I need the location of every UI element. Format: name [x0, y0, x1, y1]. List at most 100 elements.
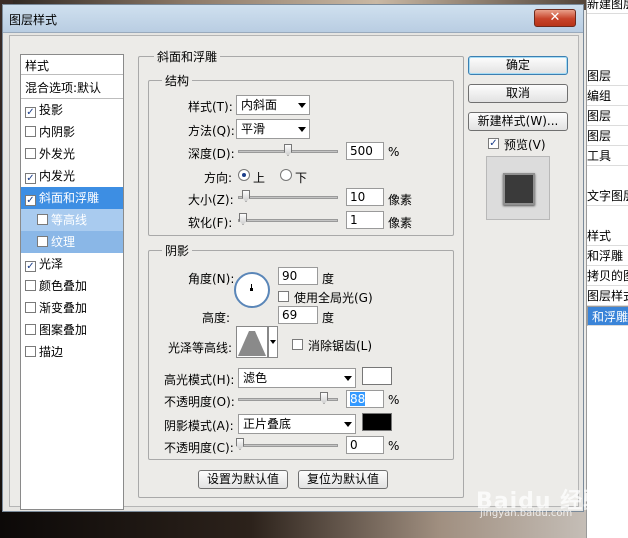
style-item-inner-shadow[interactable]: 内阴影: [21, 121, 123, 143]
cancel-button[interactable]: 取消: [468, 84, 568, 103]
ok-button[interactable]: 确定: [468, 56, 568, 75]
layer-item[interactable]: 图层: [587, 66, 628, 86]
angle-unit: 度: [322, 272, 335, 286]
layers-panel: 新建图层 图层 编组 图层 图层 工具 文字图层 样式 和浮雕 拷贝的图 图层样…: [586, 0, 628, 538]
direction-down-label: 下: [295, 171, 308, 185]
window-title: 图层样式: [9, 13, 58, 27]
checkbox[interactable]: [37, 236, 48, 247]
style-item-texture[interactable]: 纹理: [21, 231, 123, 253]
preview-checkbox[interactable]: ✓: [488, 138, 499, 149]
layer-item[interactable]: 样式: [587, 226, 628, 246]
checkbox[interactable]: [25, 148, 36, 159]
checkbox[interactable]: ✓: [25, 173, 36, 184]
style-list-header: 样式: [21, 55, 123, 75]
shadow-opacity-input[interactable]: 0: [346, 436, 384, 454]
soften-slider-track[interactable]: [238, 219, 338, 222]
antialias-label: 消除锯齿(L): [308, 339, 373, 353]
direction-down-radio[interactable]: [280, 169, 292, 181]
style-item-gradient-overlay[interactable]: 渐变叠加: [21, 297, 123, 319]
checkbox[interactable]: [25, 302, 36, 313]
layer-item[interactable]: 文字图层: [587, 186, 628, 206]
altitude-label: 高度:: [202, 311, 231, 325]
depth-input[interactable]: 500: [346, 142, 384, 160]
gloss-contour-dropdown[interactable]: [268, 326, 278, 358]
blend-options-item[interactable]: 混合选项:默认: [21, 77, 123, 99]
shadow-opacity-label: 不透明度(C):: [164, 441, 234, 455]
highlight-opacity-input[interactable]: 88: [346, 390, 384, 408]
layer-item[interactable]: 图层: [587, 106, 628, 126]
highlight-opacity-unit: %: [388, 393, 400, 407]
size-input[interactable]: 10: [346, 188, 384, 206]
direction-label: 方向:: [204, 171, 233, 185]
chevron-down-icon: [270, 340, 276, 344]
make-default-button[interactable]: 设置为默认值: [198, 470, 288, 489]
global-light-checkbox[interactable]: [278, 291, 289, 302]
angle-label: 角度(N):: [188, 272, 235, 286]
highlight-mode-select[interactable]: 滤色: [238, 368, 356, 388]
size-slider-track[interactable]: [238, 196, 338, 199]
angle-dial[interactable]: [234, 272, 270, 308]
style-item-pattern-overlay[interactable]: 图案叠加: [21, 319, 123, 341]
chevron-down-icon: [298, 103, 306, 108]
title-bar: 图层样式 ✕: [3, 5, 583, 33]
layer-item[interactable]: 图层: [587, 126, 628, 146]
antialias-checkbox[interactable]: [292, 339, 303, 350]
layer-item[interactable]: 拷贝的图: [587, 266, 628, 286]
layer-item[interactable]: 编组: [587, 86, 628, 106]
soften-unit: 像素: [388, 216, 413, 230]
shadow-opacity-track[interactable]: [238, 444, 338, 447]
checkbox[interactable]: [25, 280, 36, 291]
size-unit: 像素: [388, 193, 413, 207]
layer-style-dialog: 图层样式 ✕ 样式 混合选项:默认 ✓ 投影 内阴影 外发光 ✓ 内发光 ✓ 斜面和浮…: [2, 4, 584, 512]
checkbox[interactable]: ✓: [25, 261, 36, 272]
shadow-color-swatch[interactable]: [362, 413, 392, 431]
contour-curve-icon: [238, 331, 266, 356]
gloss-contour-label: 光泽等高线:: [168, 341, 233, 355]
soften-label: 软化(F):: [188, 216, 233, 230]
chevron-down-icon: [344, 422, 352, 427]
technique-select[interactable]: 平滑: [236, 119, 310, 139]
style-item-drop-shadow[interactable]: ✓ 投影: [21, 99, 123, 121]
bevel-emboss-title: 斜面和浮雕: [154, 48, 221, 65]
style-item-bevel-emboss[interactable]: ✓ 斜面和浮雕: [21, 187, 123, 209]
style-item-stroke[interactable]: 描边: [21, 341, 123, 363]
watermark-url: jingyan.baidu.com: [480, 508, 573, 519]
gloss-contour-preview[interactable]: [236, 326, 268, 358]
altitude-input[interactable]: 69: [278, 306, 318, 324]
layer-item-selected[interactable]: 和浮雕: [587, 306, 628, 326]
soften-input[interactable]: 1: [346, 211, 384, 229]
style-item-outer-glow[interactable]: 外发光: [21, 143, 123, 165]
layer-item[interactable]: 和浮雕: [587, 246, 628, 266]
close-icon[interactable]: ✕: [534, 9, 576, 27]
direction-up-radio[interactable]: [238, 169, 250, 181]
checkbox[interactable]: ✓: [25, 107, 36, 118]
reset-default-button[interactable]: 复位为默认值: [298, 470, 388, 489]
shadow-opacity-unit: %: [388, 439, 400, 453]
global-light-label: 使用全局光(G): [294, 291, 373, 305]
technique-label: 方法(Q):: [188, 124, 235, 138]
checkbox[interactable]: [25, 346, 36, 357]
shadow-mode-select[interactable]: 正片叠底: [238, 414, 356, 434]
style-select[interactable]: 内斜面: [236, 95, 310, 115]
checkbox[interactable]: ✓: [25, 195, 36, 206]
new-style-button[interactable]: 新建样式(W)...: [468, 112, 568, 131]
highlight-color-swatch[interactable]: [362, 367, 392, 385]
checkbox[interactable]: [25, 126, 36, 137]
layer-item[interactable]: 新建图层: [587, 0, 628, 14]
size-label: 大小(Z):: [188, 193, 234, 207]
layer-item[interactable]: 图层样式: [587, 286, 628, 306]
checkbox[interactable]: [25, 324, 36, 335]
style-item-contour[interactable]: 等高线: [21, 209, 123, 231]
highlight-mode-label: 高光模式(H):: [164, 373, 235, 387]
style-preview: [486, 156, 550, 220]
style-item-color-overlay[interactable]: 颜色叠加: [21, 275, 123, 297]
layer-item[interactable]: 工具: [587, 146, 628, 166]
chevron-down-icon: [344, 376, 352, 381]
angle-input[interactable]: 90: [278, 267, 318, 285]
checkbox[interactable]: [37, 214, 48, 225]
style-item-inner-glow[interactable]: ✓ 内发光: [21, 165, 123, 187]
dialog-content: 样式 混合选项:默认 ✓ 投影 内阴影 外发光 ✓ 内发光 ✓ 斜面和浮雕 等高线 纹…: [9, 35, 579, 510]
style-list: 样式 混合选项:默认 ✓ 投影 内阴影 外发光 ✓ 内发光 ✓ 斜面和浮雕 等高线 纹…: [20, 54, 124, 510]
style-item-satin[interactable]: ✓ 光泽: [21, 253, 123, 275]
chevron-down-icon: [298, 127, 306, 132]
